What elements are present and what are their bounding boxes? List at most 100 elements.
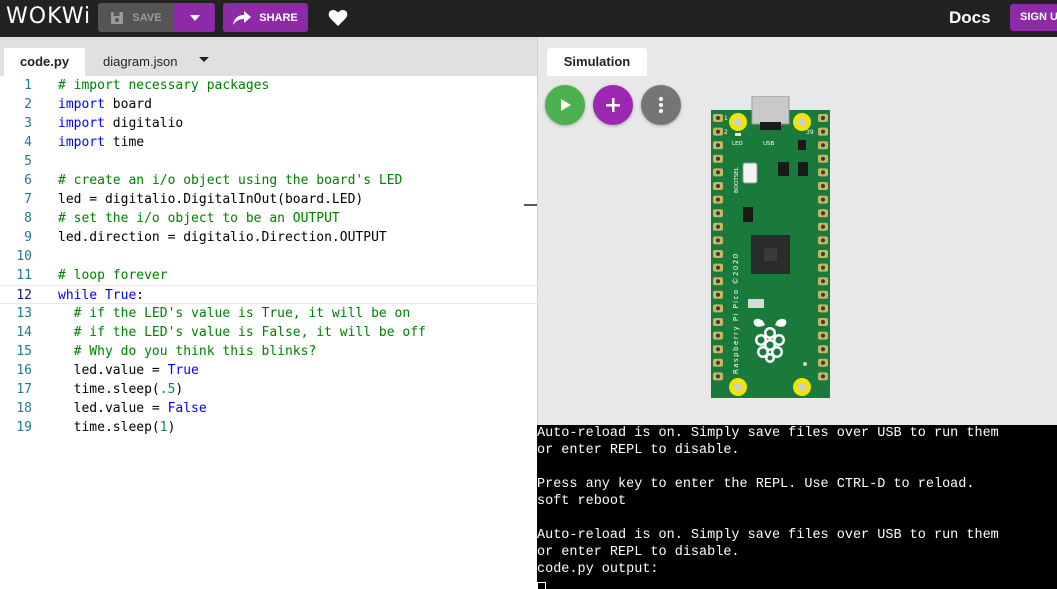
start-simulation-button[interactable] bbox=[545, 85, 585, 125]
tab-menu-caret-icon[interactable] bbox=[199, 57, 209, 62]
mount-hole-br-inner bbox=[798, 383, 806, 391]
gpio-pin-hole bbox=[821, 143, 825, 148]
heart-icon[interactable] bbox=[328, 8, 348, 28]
pico-silkscreen-label: Raspberry Pi Pico ©2020 bbox=[732, 252, 740, 374]
code-line[interactable]: 17 time.sleep(.5) bbox=[0, 380, 537, 399]
code-text: # loop forever bbox=[58, 266, 168, 285]
code-token: True bbox=[167, 363, 199, 378]
code-line[interactable]: 8 # set the i/o object to be an OUTPUT bbox=[0, 209, 537, 228]
code-text: while True: bbox=[58, 286, 144, 305]
code-token: # if the LED's value is False, it will b… bbox=[73, 325, 426, 340]
gpio-pin-hole bbox=[821, 129, 825, 134]
gpio-pin-hole bbox=[716, 156, 720, 161]
gpio-pin-hole bbox=[716, 197, 720, 202]
code-line[interactable]: 14 # if the LED's value is False, it wil… bbox=[0, 323, 537, 342]
code-line[interactable]: 11 # loop forever bbox=[0, 266, 537, 285]
wokwi-logo[interactable]: WOKWi bbox=[6, 4, 91, 29]
code-token: import bbox=[58, 135, 105, 150]
tab-simulation[interactable]: Simulation bbox=[547, 48, 647, 76]
code-line[interactable]: 13 # if the LED's value is True, it will… bbox=[0, 304, 537, 323]
save-button[interactable]: SAVE bbox=[98, 3, 174, 32]
console-line: Press any key to enter the REPL. Use CTR… bbox=[537, 477, 975, 492]
code-text: time.sleep(1) bbox=[58, 418, 176, 437]
gpio-pin-hole bbox=[716, 292, 720, 297]
gpio-pin-hole bbox=[716, 129, 720, 134]
code-token: # import necessary packages bbox=[58, 78, 270, 93]
line-number: 3 bbox=[24, 116, 32, 131]
tab-code-py[interactable]: code.py bbox=[4, 48, 85, 76]
bootsel-button[interactable] bbox=[742, 162, 758, 184]
rp2040-die-mark bbox=[764, 248, 777, 261]
code-line[interactable]: 15 # Why do you think this blinks? bbox=[0, 342, 537, 361]
tab-diagram-json[interactable]: diagram.json bbox=[103, 48, 177, 76]
code-token: led = digitalio.DigitalInOut(board.LED) bbox=[58, 192, 364, 207]
console-line: or enter REPL to disable. bbox=[537, 443, 740, 458]
console-line: or enter REPL to disable. bbox=[537, 545, 740, 560]
gpio-pin-hole bbox=[716, 170, 720, 175]
gpio-pin-hole bbox=[716, 211, 720, 216]
raspberry-pi-pico-board[interactable]: 1 2 39 LED USB BOOTSEL Raspberry Pi Pico… bbox=[710, 96, 831, 399]
code-editor[interactable]: 1 # import necessary packages 2 import boar… bbox=[0, 76, 537, 589]
plus-icon bbox=[606, 98, 620, 112]
code-text: # create an i/o object using the board's… bbox=[58, 171, 402, 190]
add-part-button[interactable] bbox=[593, 85, 633, 125]
code-line[interactable]: 6 # create an i/o object using the board'… bbox=[0, 171, 537, 190]
gpio-pin-hole bbox=[821, 211, 825, 216]
top-bar: WOKWi SAVE SHARE Docs SIGN UP bbox=[0, 0, 1057, 37]
code-line[interactable]: 16 led.value = True bbox=[0, 361, 537, 380]
gpio-pin-hole bbox=[716, 360, 720, 365]
regulator-chip-b bbox=[798, 140, 806, 150]
line-number: 6 bbox=[24, 173, 32, 188]
docs-link[interactable]: Docs bbox=[949, 8, 991, 28]
code-text: time.sleep(.5) bbox=[58, 380, 184, 399]
code-line[interactable]: 12 while True: bbox=[0, 285, 537, 304]
code-text: import time bbox=[58, 133, 144, 152]
code-line[interactable]: 19 time.sleep(1) bbox=[0, 418, 537, 437]
line-number: 4 bbox=[24, 135, 32, 150]
code-token: # set the i/o object to be an OUTPUT bbox=[58, 211, 340, 226]
code-token: : bbox=[136, 288, 145, 303]
gpio-pin-hole bbox=[821, 116, 825, 120]
share-label: SHARE bbox=[259, 11, 298, 24]
code-line[interactable]: 3 import digitalio bbox=[0, 114, 537, 133]
gpio-pin-hole bbox=[716, 279, 720, 284]
code-line[interactable]: 7 led = digitalio.DigitalInOut(board.LED) bbox=[0, 190, 537, 209]
save-group: SAVE bbox=[98, 3, 215, 32]
code-text: led.direction = digitalio.Direction.OUTP… bbox=[58, 228, 387, 247]
code-token: while bbox=[58, 288, 98, 303]
code-token: ) bbox=[175, 382, 184, 397]
pin-39-label: 39 bbox=[806, 129, 814, 136]
line-number: 2 bbox=[24, 97, 32, 112]
code-line[interactable]: 1 # import necessary packages bbox=[0, 76, 537, 95]
code-line[interactable]: 2 import board bbox=[0, 95, 537, 114]
share-button[interactable]: SHARE bbox=[223, 3, 308, 32]
sign-up-button[interactable]: SIGN UP bbox=[1010, 4, 1057, 31]
console-cursor bbox=[537, 582, 546, 589]
line-number: 19 bbox=[16, 420, 32, 435]
code-text: # import necessary packages bbox=[58, 76, 269, 95]
gpio-pin-hole bbox=[821, 374, 825, 379]
code-line[interactable]: 4 import time bbox=[0, 133, 537, 152]
console-line: code.py output: bbox=[537, 562, 659, 577]
code-line[interactable]: 10 bbox=[0, 247, 537, 266]
line-number: 16 bbox=[16, 363, 32, 378]
code-token: # if the LED's value is True, it will be… bbox=[73, 306, 411, 321]
gpio-pin-hole bbox=[821, 224, 825, 229]
code-line[interactable]: 9 led.direction = digitalio.Direction.OUT… bbox=[0, 228, 537, 247]
mount-hole-tr-inner bbox=[798, 118, 806, 126]
code-line[interactable]: 5 bbox=[0, 152, 537, 171]
gpio-pin-hole bbox=[716, 265, 720, 270]
editor-tab-bar: code.py diagram.json bbox=[0, 37, 537, 76]
more-options-button[interactable] bbox=[641, 85, 681, 125]
gpio-pin-hole bbox=[821, 265, 825, 270]
serial-console[interactable]: Auto-reload is on. Simply save files ove… bbox=[537, 425, 1057, 589]
share-icon bbox=[233, 10, 252, 25]
gpio-pin-hole bbox=[821, 184, 825, 188]
code-line[interactable]: 18 led.value = False bbox=[0, 399, 537, 418]
gpio-pin-hole bbox=[821, 156, 825, 161]
gpio-pin-hole bbox=[716, 333, 720, 338]
line-number: 10 bbox=[16, 249, 32, 264]
save-options-dropdown[interactable] bbox=[174, 3, 215, 32]
